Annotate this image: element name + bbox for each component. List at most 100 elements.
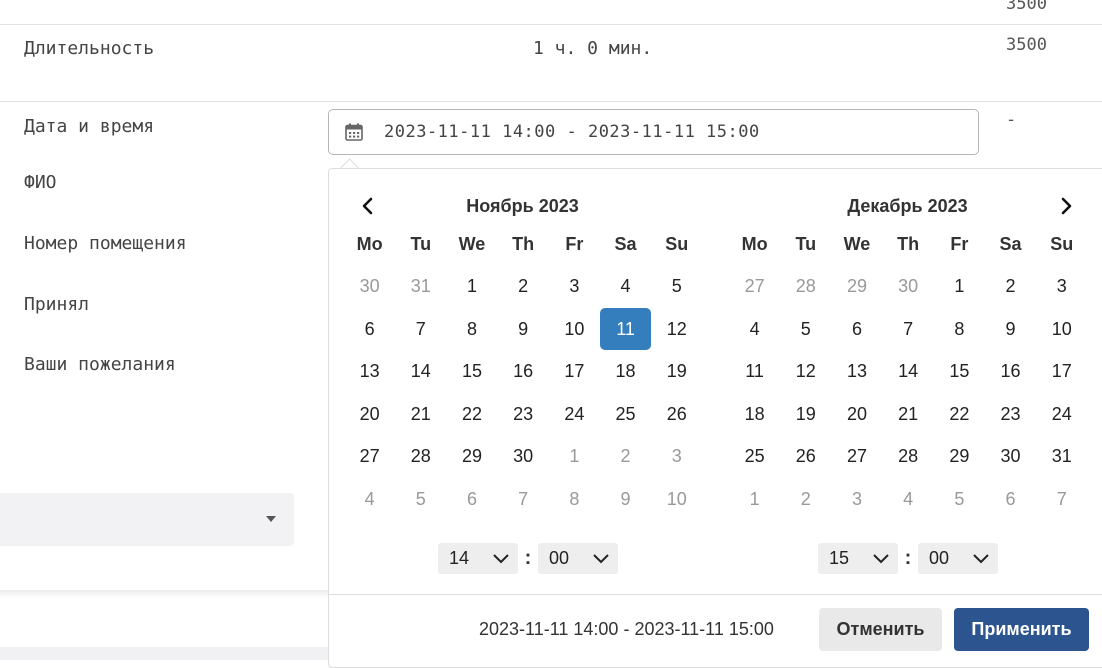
calendar-day[interactable]: 22 (934, 393, 985, 436)
calendar-day[interactable]: 23 (498, 393, 549, 436)
calendar-day[interactable]: 14 (395, 350, 446, 393)
calendar-day[interactable]: 23 (985, 393, 1036, 436)
calendar-day[interactable]: 1 (934, 265, 985, 308)
calendar-day[interactable]: 19 (780, 393, 831, 436)
calendar-day[interactable]: 1 (729, 478, 780, 521)
calendar-day[interactable]: 13 (831, 350, 882, 393)
hour-select-right[interactable]: 15 (818, 543, 898, 574)
calendar-day[interactable]: 6 (344, 308, 395, 351)
month-title-left: Ноябрь 2023 (466, 196, 579, 216)
calendar-day[interactable]: 21 (395, 393, 446, 436)
calendar-day[interactable]: 9 (600, 478, 651, 521)
chevron-right-icon[interactable] (1054, 194, 1078, 218)
calendar-day[interactable]: 25 (729, 435, 780, 478)
calendar-day[interactable]: 1 (446, 265, 497, 308)
calendar-day[interactable]: 7 (395, 308, 446, 351)
calendar-day[interactable]: 6 (985, 478, 1036, 521)
calendar-day[interactable]: 13 (344, 350, 395, 393)
minute-value: 00 (549, 548, 570, 568)
calendar-day[interactable]: 24 (549, 393, 600, 436)
hour-select-left[interactable]: 14 (438, 543, 518, 574)
calendar-day[interactable]: 2 (498, 265, 549, 308)
calendar-day[interactable]: 3 (651, 435, 702, 478)
calendar-day[interactable]: 29 (934, 435, 985, 478)
calendar-day[interactable]: 4 (883, 478, 934, 521)
calendar-day[interactable]: 2 (780, 478, 831, 521)
calendar-day[interactable]: 27 (344, 435, 395, 478)
calendar-day[interactable]: 17 (549, 350, 600, 393)
calendar-day[interactable]: 4 (600, 265, 651, 308)
calendar-day[interactable]: 8 (549, 478, 600, 521)
calendar-day-selected[interactable]: 11 (599, 307, 652, 351)
calendar-day[interactable]: 26 (651, 393, 702, 436)
calendar-day[interactable]: 15 (934, 350, 985, 393)
select-field[interactable] (0, 493, 294, 546)
calendar-day[interactable]: 12 (780, 350, 831, 393)
calendar-day[interactable]: 15 (446, 350, 497, 393)
calendar-day[interactable]: 3 (1036, 265, 1087, 308)
calendar-day[interactable]: 7 (1036, 478, 1087, 521)
minute-select-right[interactable]: 00 (918, 543, 998, 574)
calendar-day[interactable]: 10 (549, 308, 600, 351)
calendar-day[interactable]: 8 (446, 308, 497, 351)
caret-down-icon (266, 516, 276, 522)
calendar-day[interactable]: 5 (780, 308, 831, 351)
calendar-day[interactable]: 10 (651, 478, 702, 521)
calendar-day[interactable]: 30 (883, 265, 934, 308)
calendar-day[interactable]: 18 (600, 350, 651, 393)
calendar-day[interactable]: 3 (549, 265, 600, 308)
weekday-label: Fr (565, 234, 584, 254)
calendar-day[interactable]: 19 (651, 350, 702, 393)
calendar-day[interactable]: 24 (1036, 393, 1087, 436)
weekday-label: Fr (950, 234, 969, 254)
calendar-day[interactable]: 30 (985, 435, 1036, 478)
calendar-day[interactable]: 2 (600, 435, 651, 478)
calendar-day[interactable]: 18 (729, 393, 780, 436)
apply-button[interactable]: Применить (954, 608, 1089, 651)
calendar-day[interactable]: 28 (780, 265, 831, 308)
cancel-button[interactable]: Отменить (819, 608, 942, 651)
calendar-day[interactable]: 17 (1036, 350, 1087, 393)
calendar-day[interactable]: 29 (446, 435, 497, 478)
calendar-day[interactable]: 7 (498, 478, 549, 521)
calendar-day[interactable]: 22 (446, 393, 497, 436)
minute-select-left[interactable]: 00 (538, 543, 618, 574)
weekday-label: Sa (999, 234, 1022, 254)
calendar-day[interactable]: 25 (600, 393, 651, 436)
calendar-day[interactable]: 30 (344, 265, 395, 308)
calendar-day[interactable]: 27 (831, 435, 882, 478)
calendar-day[interactable]: 5 (651, 265, 702, 308)
calendar-day[interactable]: 29 (831, 265, 882, 308)
calendar-day[interactable]: 16 (498, 350, 549, 393)
calendar-day[interactable]: 12 (651, 308, 702, 351)
calendar-day[interactable]: 20 (344, 393, 395, 436)
calendar-day[interactable]: 31 (395, 265, 446, 308)
calendar-day[interactable]: 4 (729, 308, 780, 351)
calendar-day[interactable]: 31 (1036, 435, 1087, 478)
calendar-day[interactable]: 10 (1036, 308, 1087, 351)
calendar-day[interactable]: 9 (498, 308, 549, 351)
calendar-day[interactable]: 16 (985, 350, 1036, 393)
calendar-day[interactable]: 6 (831, 308, 882, 351)
calendar-day[interactable]: 30 (498, 435, 549, 478)
datetime-range-input[interactable]: 2023-11-11 14:00 - 2023-11-11 15:00 (328, 109, 979, 155)
calendar-day[interactable]: 8 (934, 308, 985, 351)
accepted-label: Принял (24, 294, 90, 315)
calendar-day[interactable]: 28 (395, 435, 446, 478)
calendar-day[interactable]: 28 (883, 435, 934, 478)
calendar-day[interactable]: 6 (446, 478, 497, 521)
calendar-day[interactable]: 9 (985, 308, 1036, 351)
calendar-day[interactable]: 20 (831, 393, 882, 436)
calendar-day[interactable]: 26 (780, 435, 831, 478)
calendar-day[interactable]: 21 (883, 393, 934, 436)
calendar-day[interactable]: 2 (985, 265, 1036, 308)
calendar-day[interactable]: 5 (395, 478, 446, 521)
calendar-day[interactable]: 7 (883, 308, 934, 351)
calendar-day[interactable]: 27 (729, 265, 780, 308)
calendar-day[interactable]: 14 (883, 350, 934, 393)
calendar-day[interactable]: 1 (549, 435, 600, 478)
calendar-day[interactable]: 5 (934, 478, 985, 521)
calendar-day[interactable]: 3 (831, 478, 882, 521)
calendar-day[interactable]: 4 (344, 478, 395, 521)
calendar-day[interactable]: 11 (729, 350, 780, 393)
